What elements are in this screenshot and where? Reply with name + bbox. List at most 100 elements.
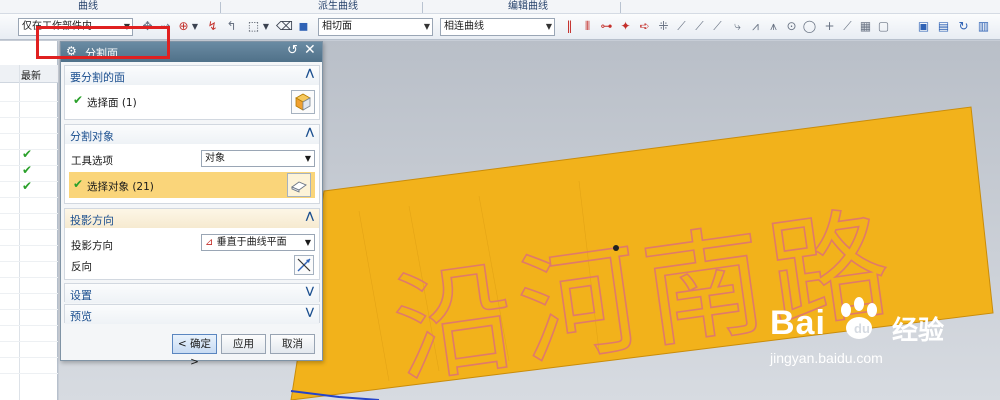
section-title: 分割对象 (70, 130, 114, 143)
table-row[interactable] (0, 197, 58, 198)
section-title: 预览 (70, 310, 92, 323)
table-row[interactable] (0, 293, 58, 294)
section-header[interactable]: 分割对象 ⋀ (65, 125, 319, 144)
select-face-label[interactable]: 选择面 (1) (87, 95, 137, 110)
table-row[interactable] (0, 133, 58, 134)
table-row[interactable] (0, 245, 58, 246)
view-orient-icon[interactable]: ▥ (976, 19, 991, 34)
snap-point-icon[interactable]: ⊕ (176, 19, 191, 34)
face-rule-combo[interactable]: 相切面 ▼ (318, 18, 433, 36)
chevron-down-icon: ▼ (545, 22, 552, 31)
baidu-watermark: Bai du 经验 jingyan.baidu.com (762, 290, 992, 380)
path-icon[interactable]: ➪ (637, 19, 652, 34)
svg-text:du: du (854, 321, 870, 336)
ribbon-group-labels: 曲线 派生曲线 编辑曲线 (0, 0, 1000, 14)
table-row[interactable] (0, 101, 58, 102)
section-header[interactable]: 设置 ⋁ (65, 284, 319, 303)
chevron-up-icon[interactable]: ⋀ (306, 127, 314, 138)
ok-button[interactable]: < 确定 > (172, 334, 217, 368)
chevron-up-icon[interactable]: ⋀ (306, 211, 314, 222)
snap-quadrant-icon[interactable]: ⩚ (766, 19, 781, 34)
curve-rule-value: 相连曲线 (444, 21, 484, 32)
section-header[interactable]: 要分割的面 ⋀ (65, 66, 319, 85)
stop-at-intersection-icon[interactable]: ‖ (562, 19, 577, 34)
attach-icon[interactable]: ↰ (224, 19, 239, 34)
snap-face-icon[interactable]: ▦ (858, 19, 873, 34)
reset-icon[interactable]: ↺ (287, 43, 298, 58)
snap-circle-icon[interactable]: ◯ (802, 19, 817, 34)
snap-center-icon[interactable]: ⊙ (784, 19, 799, 34)
ribbon-group-derived-curve: 派生曲线 (318, 1, 358, 12)
cancel-button[interactable]: 取消 (270, 334, 315, 354)
section-face-to-split: 要分割的面 ⋀ ✔ 选择面 (1) (64, 65, 320, 120)
select-object-label: 选择对象 (21) (87, 181, 154, 193)
chevron-down-icon[interactable]: ⋁ (306, 286, 314, 297)
table-row[interactable] (0, 325, 58, 326)
tool-option-label: 工具选项 (71, 155, 113, 167)
table-row[interactable] (0, 357, 58, 358)
table-row[interactable] (0, 229, 58, 230)
split-face-dialog: ⚙ 分割面 ↺ ✕ 要分割的面 ⋀ ✔ 选择面 (1) 分割对象 ⋀ 工具选项 … (60, 41, 323, 368)
snap-arc-icon[interactable]: ⤷ (730, 19, 745, 34)
ribbon-separator (422, 2, 423, 13)
section-split-object: 分割对象 ⋀ 工具选项 对象 ▼ ✔ 选择对象 (21) (64, 124, 320, 204)
chevron-down-icon[interactable]: ▼ (262, 19, 270, 34)
ribbon-group-edit-curve: 编辑曲线 (508, 1, 548, 12)
curve-rule-combo[interactable]: 相连曲线 ▼ (440, 18, 555, 36)
tool-option-value: 对象 (205, 153, 225, 164)
select-object-row[interactable]: ✔ 选择对象 (21) (69, 172, 315, 198)
section-title: 要分割的面 (70, 71, 125, 84)
chevron-down-icon[interactable]: ▼ (191, 19, 199, 34)
eraser-icon (291, 181, 307, 193)
projection-direction-select[interactable]: ⊿ 垂直于曲线平面 ▼ (201, 234, 315, 251)
view-render-icon[interactable]: ▤ (936, 19, 951, 34)
chevron-up-icon[interactable]: ⋀ (306, 68, 314, 79)
select-face-button[interactable] (291, 90, 315, 114)
follow-fillet-icon[interactable]: ⫴ (580, 19, 595, 34)
section-header[interactable]: 投影方向 ⋀ (65, 209, 319, 228)
section-title: 投影方向 (70, 214, 114, 227)
projection-direction-value: 垂直于曲线平面 (216, 237, 287, 248)
chevron-down-icon[interactable]: ⋁ (306, 307, 314, 318)
tool-option-select[interactable]: 对象 ▼ (201, 150, 315, 167)
reverse-direction-button[interactable] (294, 255, 314, 275)
section-header[interactable]: 预览 ⋁ (65, 305, 319, 324)
section-preview: 预览 ⋁ (64, 304, 320, 324)
table-row[interactable] (0, 117, 58, 118)
table-row[interactable] (0, 373, 58, 374)
point-on-curve-icon[interactable]: ↯ (205, 19, 220, 34)
view-fit-icon[interactable]: ▣ (916, 19, 931, 34)
table-row[interactable] (0, 341, 58, 342)
checkmark-icon: ✔ (22, 179, 33, 193)
refresh-icon[interactable]: ↻ (956, 19, 971, 34)
snap-tangent-icon[interactable]: ⩘ (748, 19, 763, 34)
table-row[interactable] (0, 213, 58, 214)
column-header-latest: 最新 (21, 71, 41, 82)
snap-intersect-icon[interactable]: ⟋ (710, 19, 725, 34)
snap-on-curve-icon[interactable]: ⟋ (840, 19, 855, 34)
watermark-suffix: 经验 (892, 316, 945, 346)
reverse-arrows-icon (297, 258, 311, 272)
snap-end-icon[interactable]: ⁜ (656, 19, 671, 34)
feature-curve-icon[interactable]: ✦ (618, 19, 633, 34)
chain-curve-icon[interactable]: ⊶ (599, 19, 614, 34)
projection-direction-label: 投影方向 (71, 240, 113, 252)
select-object-button[interactable] (287, 173, 311, 197)
eraser-icon[interactable]: ⌫ (276, 19, 293, 34)
close-icon[interactable]: ✕ (304, 42, 316, 58)
column-divider (19, 65, 20, 400)
table-row[interactable] (0, 277, 58, 278)
table-row[interactable] (0, 309, 58, 310)
snap-mid-icon[interactable]: ⟋ (674, 19, 689, 34)
ribbon-separator (220, 2, 221, 13)
snap-control-icon[interactable]: ⟋ (692, 19, 707, 34)
table-row[interactable] (0, 261, 58, 262)
normal-plane-icon: ⊿ (205, 237, 214, 248)
solid-body-icon[interactable]: ◼ (296, 19, 311, 34)
box-select-icon[interactable]: ⬚ (246, 19, 261, 34)
snap-pole-icon[interactable]: ▢ (876, 19, 891, 34)
section-settings: 设置 ⋁ (64, 283, 320, 303)
apply-button[interactable]: 应用 (221, 334, 266, 354)
snap-existing-point-icon[interactable]: + (822, 19, 837, 34)
checkmark-icon: ✔ (73, 93, 84, 107)
